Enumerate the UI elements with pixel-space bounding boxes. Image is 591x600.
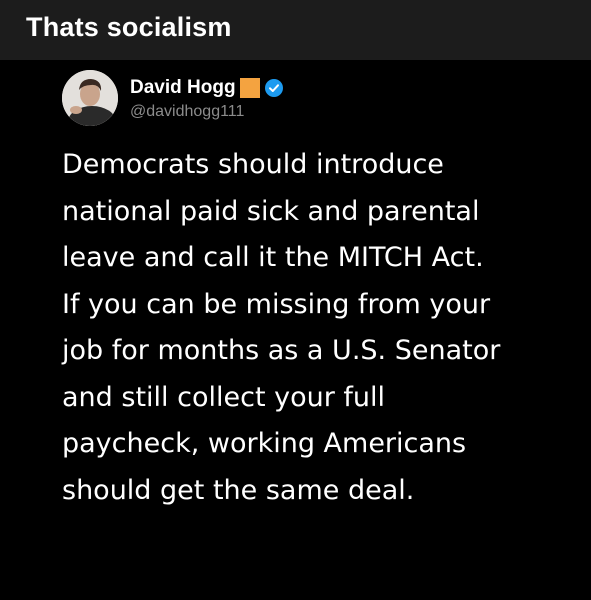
- orange-square-icon: [239, 78, 260, 98]
- tweet-text-line: If you can be missing from your: [62, 288, 491, 320]
- avatar[interactable]: [62, 70, 118, 126]
- tweet-text-line: leave and call it the MITCH Act.: [62, 242, 484, 273]
- tweet-text: Democrats should introduce national paid…: [62, 142, 562, 514]
- post-header: Thats socialism: [0, 0, 591, 60]
- avatar-photo: [62, 70, 118, 126]
- author-display-name[interactable]: David Hogg: [130, 77, 236, 99]
- verified-badge-icon: [264, 79, 283, 97]
- author-handle[interactable]: @davidhogg111: [130, 103, 283, 121]
- tweet-text-line: and still collect your full: [62, 381, 386, 413]
- tweet-author[interactable]: David Hogg @davidhogg111: [130, 76, 283, 121]
- tweet-text-line: job for months as a U.S. Senator: [62, 335, 501, 366]
- tweet-text-line: paycheck, working Americans: [62, 428, 467, 459]
- tweet-text-line: should get the same deal.: [62, 474, 415, 506]
- tweet-text-line: national paid sick and parental: [62, 195, 480, 227]
- author-name-row: David Hogg: [130, 76, 283, 100]
- tweet-text-line: Democrats should introduce: [62, 149, 444, 180]
- post-title: Thats socialism: [26, 12, 232, 42]
